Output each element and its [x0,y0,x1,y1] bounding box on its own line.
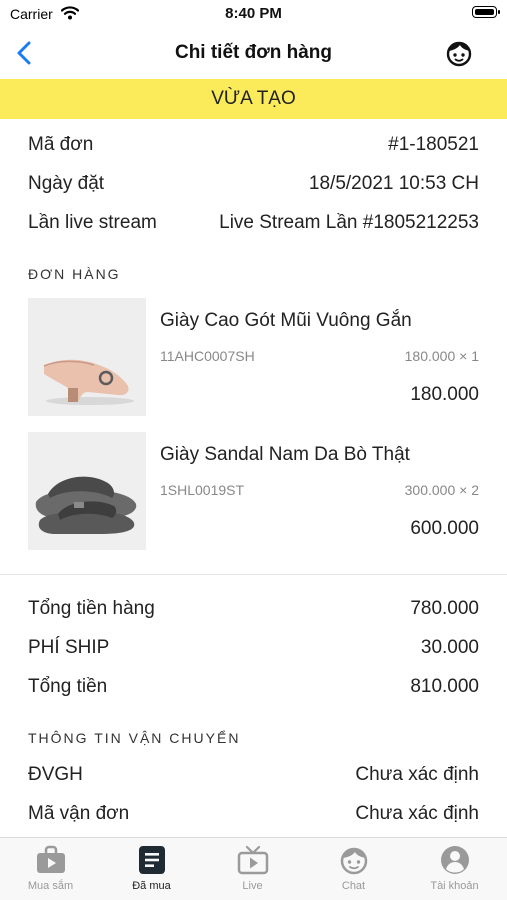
tab-label: Tài khoản [430,880,479,892]
product-price-qty: 300.000 × 2 [404,482,479,498]
tab-label: Mua sắm [27,880,74,892]
tab-bar: Mua sắm Đã mua Live Chat Tài khoản [0,837,507,900]
tab-label: Đã mua [132,880,171,892]
grand-total-label: Tổng tiền [28,676,108,697]
goods-total-row: Tổng tiền hàng 780.000 [28,598,479,626]
product-subtotal: 180.000 [410,384,479,405]
clock: 8:40 PM [225,5,282,22]
tab-chat[interactable]: Chat [303,838,404,900]
tracking-number-label: Mã vận đơn [28,803,130,824]
shipping-section-header: THÔNG TIN VẬN CHUYỂN [28,730,241,746]
product-subtotal: 600.000 [410,518,479,539]
grand-total-value: 810.000 [410,676,479,697]
chat-face-icon [340,847,368,875]
items-section-header: ĐƠN HÀNG [28,266,121,282]
live-stream-label: Lần live stream [28,212,157,233]
order-code-row: Mã đơn #1-180521 [28,134,479,162]
navigation-bar: Chi tiết đơn hàng [0,30,507,78]
status-bar: Carrier 8:40 PM [0,0,507,28]
live-stream-value: Live Stream Lần #1805212253 [219,212,479,233]
battery-icon [472,6,500,18]
shipping-carrier-label: ĐVGH [28,764,83,785]
goods-total-label: Tổng tiền hàng [28,598,155,619]
order-date-value: 18/5/2021 10:53 CH [308,173,479,194]
tab-live[interactable]: Live [202,838,303,900]
product-image-heels [28,298,146,416]
divider [0,574,507,575]
product-name: Giày Sandal Nam Da Bò Thật [160,444,410,465]
order-date-row: Ngày đặt 18/5/2021 10:53 CH [28,173,479,201]
shipping-carrier-value: Chưa xác định [355,764,479,785]
tracking-number-row: Mã vận đơn Chưa xác định [28,803,479,831]
page-title: Chi tiết đơn hàng [174,42,333,63]
chat-face-icon[interactable] [445,39,473,67]
live-stream-row: Lần live stream Live Stream Lần #1805212… [28,212,479,240]
shipping-fee-label: PHÍ SHIP [28,637,110,658]
product-sku: 11AHC0007SH [160,348,255,364]
tab-label: Chat [341,880,366,892]
product-price-qty: 180.000 × 1 [404,348,479,364]
tab-label: Live [242,880,263,892]
tab-purchased[interactable]: Đã mua [101,838,202,900]
grand-total-row: Tổng tiền 810.000 [28,676,479,704]
order-code-value: #1-180521 [388,134,479,155]
order-status-banner: VỪA TẠO [0,79,507,119]
goods-total-value: 780.000 [410,598,479,619]
tracking-number-value: Chưa xác định [355,803,479,824]
account-icon [441,846,469,874]
shopping-bag-icon [37,845,65,873]
product-sku: 1SHL0019ST [160,482,245,498]
order-item[interactable]: Giày Cao Gót Mũi Vuông Gắn 11AHC0007SH 1… [28,298,479,416]
shipping-carrier-row: ĐVGH Chưa xác định [28,764,479,792]
shipping-fee-value: 30.000 [420,637,479,658]
order-date-label: Ngày đặt [28,173,105,194]
orders-icon [139,846,165,874]
tv-icon [237,845,269,875]
tab-shopping[interactable]: Mua sắm [0,838,101,900]
order-item[interactable]: Giày Sandal Nam Da Bò Thật 1SHL0019ST 30… [28,432,479,550]
product-image-sandals [28,432,146,550]
product-name: Giày Cao Gót Mũi Vuông Gắn [160,310,412,331]
tab-account[interactable]: Tài khoản [404,838,505,900]
order-code-label: Mã đơn [28,134,94,155]
shipping-fee-row: PHÍ SHIP 30.000 [28,637,479,665]
